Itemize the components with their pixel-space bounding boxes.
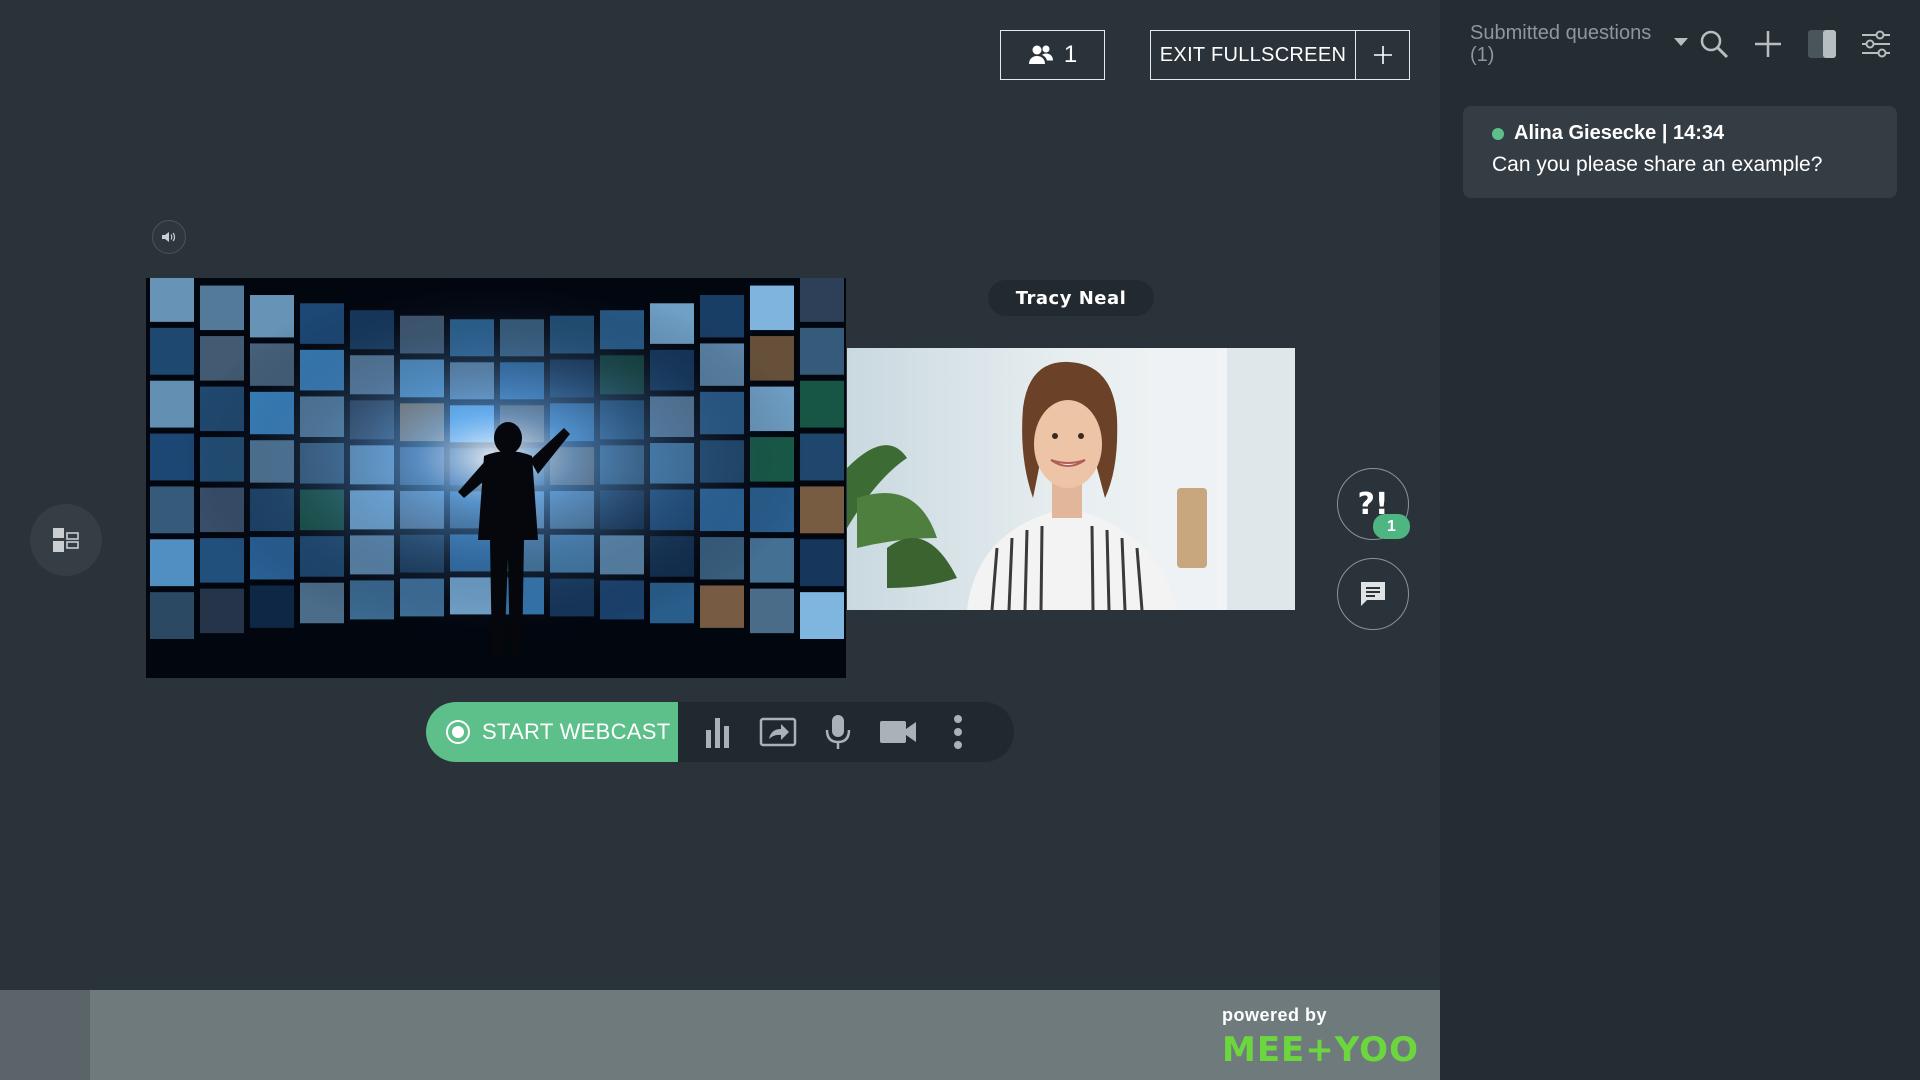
footer-left-block: [0, 990, 90, 1080]
online-status-dot: [1492, 127, 1504, 140]
brand-logo: MEE+YOO: [1222, 1030, 1419, 1070]
sidebar-title: Submitted questions (1): [1470, 22, 1652, 66]
question-text: Can you please share an example?: [1492, 153, 1823, 176]
search-icon[interactable]: [1696, 26, 1732, 62]
qa-count-badge: 1: [1373, 514, 1410, 539]
question-card[interactable]: Alina Giesecke | 14:34 Can you please sh…: [1463, 106, 1897, 198]
powered-by-text: powered by: [1222, 1005, 1328, 1025]
camera-icon[interactable]: [868, 702, 928, 762]
question-author-time: Alina Giesecke | 14:34: [1514, 122, 1725, 144]
layout-icon[interactable]: [30, 504, 102, 576]
users-icon: [1028, 45, 1053, 64]
broadcast-toolbar: START WEBCAST: [426, 702, 1014, 762]
exit-fullscreen-button[interactable]: EXIT FULLSCREEN: [1151, 31, 1355, 79]
chat-button[interactable]: [1337, 558, 1409, 630]
start-webcast-label: START WEBCAST: [482, 719, 671, 744]
screen-share-video: [146, 278, 846, 678]
participants-button[interactable]: 1: [1000, 30, 1105, 80]
start-webcast-button[interactable]: START WEBCAST: [426, 702, 678, 762]
speaker-camera-video: [847, 348, 1295, 610]
volume-icon[interactable]: [152, 220, 186, 254]
more-vertical-icon[interactable]: [928, 702, 988, 762]
chevron-down-icon[interactable]: [1674, 38, 1688, 46]
panel-toggle-icon[interactable]: [1804, 26, 1840, 62]
exit-fullscreen-control: EXIT FULLSCREEN: [1150, 30, 1410, 80]
participant-count: 1: [1063, 41, 1078, 68]
microphone-icon[interactable]: [808, 702, 868, 762]
add-icon[interactable]: [1750, 26, 1786, 62]
poll-icon[interactable]: [688, 702, 748, 762]
camera-tile-name: Tracy Neal: [988, 280, 1154, 316]
settings-sliders-icon[interactable]: [1858, 26, 1894, 62]
chat-icon: [1361, 582, 1385, 606]
share-screen-icon[interactable]: [748, 702, 808, 762]
record-icon: [446, 720, 470, 744]
collapse-icon[interactable]: [1355, 31, 1409, 79]
